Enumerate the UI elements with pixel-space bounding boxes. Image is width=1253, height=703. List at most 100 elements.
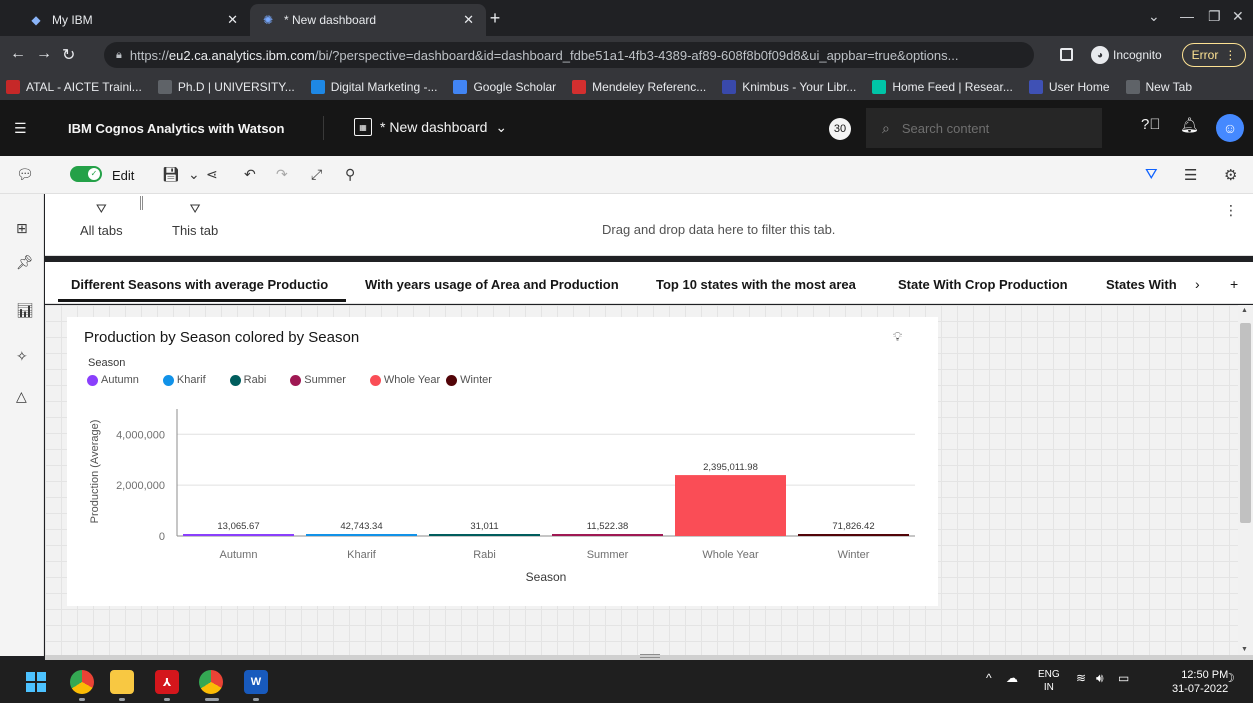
bookmark-item[interactable]: Google Scholar xyxy=(453,80,556,94)
tab-state-crop-production[interactable]: State With Crop Production xyxy=(898,277,1068,292)
edit-mode-toggle[interactable] xyxy=(70,166,102,182)
bar[interactable] xyxy=(675,475,786,536)
data-panel-icon[interactable]: ☰ xyxy=(1184,166,1197,184)
legend-item[interactable]: Winter xyxy=(446,374,492,386)
assistant-icon[interactable]: ✧ xyxy=(16,348,28,365)
lightbulb-icon[interactable]: 💡︎ xyxy=(893,329,902,345)
restore-icon[interactable]: ❐ xyxy=(1208,8,1221,25)
all-tabs-filter[interactable]: ⛛ All tabs xyxy=(80,201,123,238)
comment-icon[interactable]: 💬︎ xyxy=(16,166,34,183)
help-icon[interactable]: ?⃝ xyxy=(1141,116,1161,133)
battery-icon[interactable]: ▭ xyxy=(1118,671,1129,685)
word-icon[interactable]: W xyxy=(244,670,268,694)
scroll-up-arrow-icon[interactable]: ▲ xyxy=(1241,307,1248,314)
legend-item[interactable]: Rabi xyxy=(229,374,266,386)
chart-widget[interactable]: 0 2,000,000 4,000,000 13,065.67 Autumn 42,743… xyxy=(67,317,938,606)
tab-seasons[interactable]: Different Seasons with average Productio xyxy=(71,277,328,292)
chrome-icon[interactable] xyxy=(70,670,94,694)
resize-handle[interactable] xyxy=(640,654,660,658)
pin-icon[interactable]: ⚲ xyxy=(345,166,355,183)
bookmark-item[interactable]: Knimbus - Your Libr... xyxy=(722,80,856,94)
search-box[interactable]: ⌕ xyxy=(866,108,1102,148)
back-arrow-icon[interactable]: ← xyxy=(10,45,26,63)
windows-start-icon[interactable] xyxy=(24,670,48,694)
chevron-right-icon[interactable]: › xyxy=(1195,276,1200,292)
tray-chevron-up-icon[interactable]: ^ xyxy=(986,671,992,685)
tab-top-10-states[interactable]: Top 10 states with the most area xyxy=(656,277,856,292)
tab-square-icon[interactable] xyxy=(1060,48,1073,61)
moon-icon[interactable]: ☽ xyxy=(1224,671,1235,685)
close-icon[interactable]: ✕ xyxy=(463,12,474,28)
data-label: 11,522.38 xyxy=(587,521,629,532)
fullscreen-icon[interactable]: ⤢ xyxy=(311,166,322,183)
filter-icon: ⛛ xyxy=(189,201,201,216)
this-tab-filter[interactable]: ⛛ This tab xyxy=(172,201,218,238)
add-tab-plus-icon[interactable]: + xyxy=(1230,276,1238,292)
bar[interactable] xyxy=(798,534,909,536)
filter-splitter[interactable] xyxy=(140,196,143,210)
visualizations-icon[interactable]: 📊︎ xyxy=(16,302,34,319)
hamburger-menu-icon[interactable]: ☰ xyxy=(14,120,27,137)
filter-icon[interactable]: ⛛ xyxy=(1145,166,1158,183)
search-input[interactable] xyxy=(901,120,1072,136)
bar[interactable] xyxy=(429,534,540,536)
url-input[interactable]: 🔒︎ https://eu2.ca.analytics.ibm.com/bi/?… xyxy=(104,42,1034,68)
tab-states-with[interactable]: States With xyxy=(1106,277,1182,292)
bookmark-item[interactable]: New Tab xyxy=(1125,80,1192,94)
minimize-icon[interactable]: — xyxy=(1180,8,1194,24)
chrome-icon[interactable] xyxy=(199,670,223,694)
bar[interactable] xyxy=(183,534,294,536)
browser-tab-new-dashboard[interactable]: ✺ * New dashboard ✕ xyxy=(250,4,486,36)
legend-label: Autumn xyxy=(101,374,139,386)
browser-tab-my-ibm[interactable]: ◆ My IBM ✕ xyxy=(18,4,250,36)
scroll-down-arrow-icon[interactable]: ▼ xyxy=(1241,646,1248,653)
bookmark-item[interactable]: Ph.D | UNIVERSITY... xyxy=(157,80,295,94)
bar[interactable] xyxy=(552,534,663,536)
error-button[interactable]: Error ⋮ xyxy=(1182,43,1246,67)
system-clock[interactable]: 12:50 PM 31-07-2022 xyxy=(1172,668,1228,696)
volume-icon[interactable]: 🔊︎ xyxy=(1096,671,1104,686)
notification-count-badge[interactable]: 30 xyxy=(829,118,851,140)
canvas-scrollbar[interactable]: ▲ ▼ xyxy=(1238,305,1253,656)
data-tree-icon[interactable]: ⊞ xyxy=(16,220,28,237)
window-close-icon[interactable]: ✕ xyxy=(1232,8,1244,25)
forward-arrow-icon[interactable]: → xyxy=(36,45,52,63)
data-label: 13,065.67 xyxy=(217,521,259,532)
undo-icon[interactable]: ↶ xyxy=(244,166,256,183)
scrollbar-thumb[interactable] xyxy=(1240,323,1251,523)
bookmark-item[interactable]: ATAL - AICTE Traini... xyxy=(6,80,142,94)
user-avatar[interactable]: ☺ xyxy=(1216,114,1244,142)
tab-years-area-production[interactable]: With years usage of Area and Production xyxy=(365,277,619,292)
save-icon[interactable]: 💾︎ xyxy=(162,166,180,183)
file-explorer-icon[interactable] xyxy=(110,670,134,694)
filter-drop-zone[interactable]: Drag and drop data here to filter this t… xyxy=(602,222,835,237)
share-icon[interactable]: ⋖ xyxy=(206,166,218,183)
reload-icon[interactable]: ↻ xyxy=(62,45,75,65)
overflow-menu-icon[interactable]: ⋮ xyxy=(1224,202,1238,219)
incognito-indicator[interactable]: ◕ Incognito xyxy=(1091,46,1162,64)
legend-item[interactable]: Whole Year xyxy=(369,374,440,386)
taskbar-indicator xyxy=(164,698,170,701)
acrobat-icon[interactable]: ⅄ xyxy=(155,670,179,694)
bookmark-item[interactable]: User Home xyxy=(1028,80,1110,94)
properties-icon[interactable]: ⚙ xyxy=(1224,166,1237,184)
dashboard-selector[interactable]: ▦ * New dashboard ⌄ xyxy=(354,118,507,136)
weather-cloud-icon[interactable]: ☁ xyxy=(1006,671,1018,685)
close-icon[interactable]: ✕ xyxy=(227,12,238,28)
legend-item[interactable]: Summer xyxy=(290,374,346,386)
bookmark-item[interactable]: Mendeley Referenc... xyxy=(572,80,706,94)
widgets-icon[interactable]: △ xyxy=(16,388,27,405)
new-tab-plus-icon[interactable]: + xyxy=(484,8,506,29)
language-indicator[interactable]: ENG IN xyxy=(1038,668,1060,694)
legend-item[interactable]: Kharif xyxy=(162,374,206,386)
legend-item[interactable]: Autumn xyxy=(87,374,139,386)
bookmark-item[interactable]: Home Feed | Resear... xyxy=(872,80,1013,94)
bar[interactable] xyxy=(306,534,417,536)
chevron-down-icon[interactable]: ⌄ xyxy=(188,166,200,183)
wifi-icon[interactable]: ≋ xyxy=(1076,671,1086,685)
pin-icon[interactable]: 📌︎ xyxy=(16,254,34,271)
bookmark-item[interactable]: Digital Marketing -... xyxy=(310,80,437,94)
notification-bell-icon[interactable]: 🔔︎ xyxy=(1180,116,1199,134)
tab-search-chevron-icon[interactable]: ⌄ xyxy=(1148,8,1160,25)
redo-icon[interactable]: ↷ xyxy=(276,166,288,183)
